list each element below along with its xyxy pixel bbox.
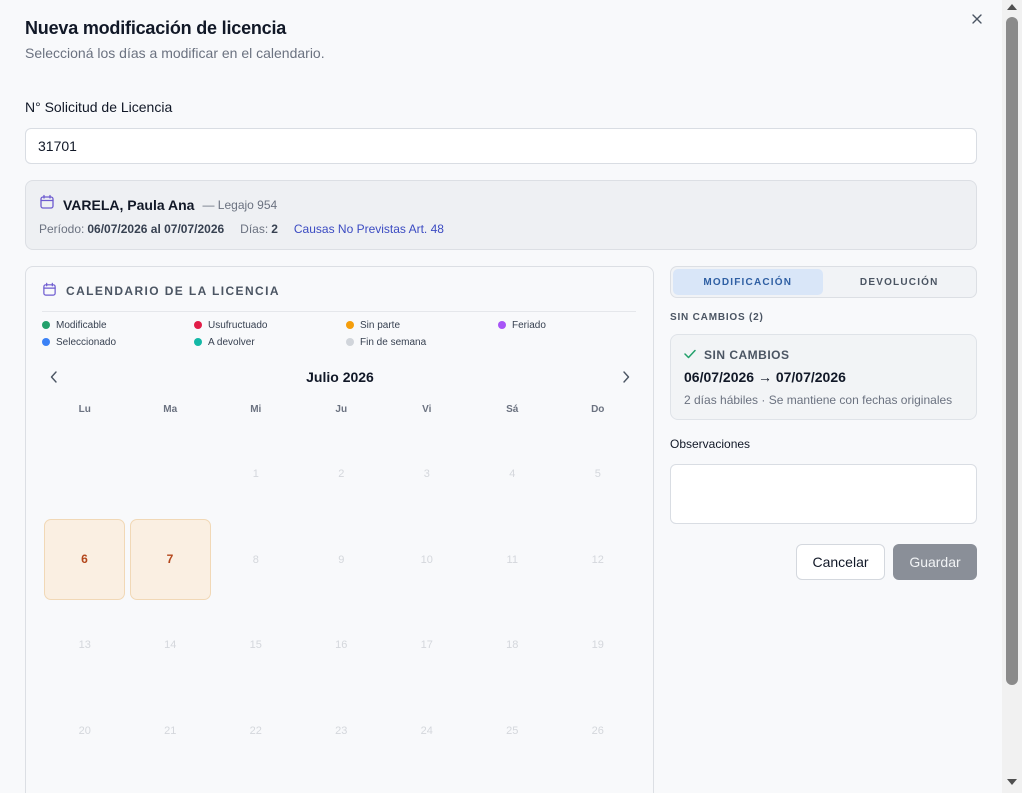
calendar-day: 15 bbox=[249, 639, 262, 652]
dialog-subtitle: Seleccioná los días a modificar en el ca… bbox=[25, 45, 325, 61]
legend-item: Sin parte bbox=[346, 319, 498, 331]
legend-dot-icon bbox=[194, 321, 202, 329]
calendar-day: 16 bbox=[335, 639, 348, 652]
legend-label: Sin parte bbox=[360, 319, 401, 331]
license-cause: Causas No Previstas Art. 48 bbox=[293, 222, 444, 236]
legend-dot-icon bbox=[194, 338, 202, 346]
scroll-down-arrow-icon[interactable] bbox=[1007, 779, 1017, 785]
calendar-icon bbox=[39, 194, 55, 215]
employee-name: VARELA, Paula Ana bbox=[63, 196, 195, 213]
legend-item: Modificable bbox=[42, 319, 194, 331]
calendar-day: 18 bbox=[506, 639, 519, 652]
weekday-label: Ma bbox=[163, 404, 178, 415]
calendar-day: 9 bbox=[338, 553, 345, 566]
calendar-icon bbox=[42, 282, 57, 300]
chevron-right-icon[interactable] bbox=[614, 365, 638, 389]
calendar-day: 26 bbox=[591, 724, 604, 737]
dialog-title: Nueva modificación de licencia bbox=[25, 18, 287, 38]
calendar-day: 19 bbox=[591, 639, 604, 652]
status-date-range: 06/07/2026 → 07/07/2026 bbox=[684, 369, 846, 385]
legend-item: A devolver bbox=[194, 336, 346, 348]
weekday-label: Ju bbox=[335, 404, 348, 415]
calendar-day: 5 bbox=[594, 467, 601, 480]
employee-info-card: VARELA, Paula Ana — Legajo 954 Período: … bbox=[25, 180, 977, 250]
legend-label: Modificable bbox=[56, 319, 107, 331]
legend-dot-icon bbox=[42, 321, 50, 329]
legend-label: Fin de semana bbox=[360, 336, 427, 348]
period-value: 06/07/2026 al 07/07/2026 bbox=[87, 222, 225, 236]
weekday-label: Vi bbox=[422, 404, 432, 415]
chevron-left-icon[interactable] bbox=[42, 365, 66, 389]
cancel-button[interactable]: Cancelar bbox=[796, 544, 885, 580]
status-title: SIN CAMBIOS bbox=[704, 348, 790, 362]
calendar-day: 14 bbox=[164, 639, 177, 652]
days-value: 2 bbox=[271, 222, 278, 236]
calendar-day: 12 bbox=[591, 553, 604, 566]
legend-dot-icon bbox=[346, 338, 354, 346]
calendar-day: 10 bbox=[420, 553, 433, 566]
request-number-label: N° Solicitud de Licencia bbox=[25, 99, 173, 115]
legend-item: Usufructuado bbox=[194, 319, 346, 331]
calendar-day: 1 bbox=[252, 467, 259, 480]
observations-label: Observaciones bbox=[670, 437, 751, 451]
calendar-day: 22 bbox=[249, 724, 262, 737]
month-title: Julio 2026 bbox=[306, 369, 374, 385]
weekday-label: Sá bbox=[506, 404, 519, 415]
status-note: 2 días hábiles · Se mantiene con fechas … bbox=[684, 393, 953, 407]
legend-item: Feriado bbox=[498, 319, 646, 331]
weekday-label: Do bbox=[591, 404, 605, 415]
check-icon bbox=[684, 348, 696, 362]
request-number-input[interactable]: 31701 bbox=[25, 128, 977, 164]
scrollbar-thumb[interactable] bbox=[1006, 17, 1018, 685]
calendar-day-license[interactable]: 7 bbox=[129, 518, 211, 600]
calendar-day: 23 bbox=[335, 724, 348, 737]
legend-label: Usufructuado bbox=[208, 319, 268, 331]
legend-dot-icon bbox=[42, 338, 50, 346]
calendar-day: 24 bbox=[420, 724, 433, 737]
period-label: Período: bbox=[39, 222, 85, 236]
license-calendar-panel: CALENDARIO DE LA LICENCIA Modificable Usu… bbox=[25, 266, 654, 793]
calendar-day: 11 bbox=[506, 553, 518, 566]
save-button[interactable]: Guardar bbox=[893, 544, 977, 580]
weekday-header: Lu Ma Mi Ju Vi Sá Do bbox=[42, 404, 640, 415]
tab-devolucion[interactable]: DEVOLUCIÓN bbox=[825, 269, 975, 295]
legend-label: Feriado bbox=[512, 319, 546, 331]
tab-modificacion[interactable]: MODIFICACIÓN bbox=[673, 269, 823, 295]
calendar-days-grid: 1 2 3 4 5 6 7 8 9 10 11 12 13 14 15 16 17 18 19 20 21 22 23 24 2… bbox=[42, 431, 640, 774]
days-label: Días: bbox=[240, 222, 269, 236]
legend-label: A devolver bbox=[208, 336, 255, 348]
divider bbox=[42, 311, 636, 312]
vertical-scrollbar[interactable] bbox=[1002, 0, 1022, 793]
calendar-heading: CALENDARIO DE LA LICENCIA bbox=[66, 284, 280, 298]
calendar-day: 25 bbox=[506, 724, 519, 737]
observations-textarea[interactable] bbox=[670, 464, 977, 524]
legend-label: Seleccionado bbox=[56, 336, 117, 348]
close-icon[interactable] bbox=[968, 10, 986, 28]
calendar-day: 4 bbox=[509, 467, 516, 480]
section-label: SIN CAMBIOS (2) bbox=[670, 312, 764, 323]
empty-day-cell bbox=[128, 431, 214, 517]
calendar-day: 2 bbox=[338, 467, 345, 480]
legend-dot-icon bbox=[498, 321, 506, 329]
status-card: SIN CAMBIOS 06/07/2026 → 07/07/2026 2 dí… bbox=[670, 334, 977, 420]
legend-item: Fin de semana bbox=[346, 336, 498, 348]
scroll-up-arrow-icon[interactable] bbox=[1007, 4, 1017, 10]
legend-dot-icon bbox=[346, 321, 354, 329]
weekday-label: Mi bbox=[250, 404, 262, 415]
weekday-label: Lu bbox=[78, 404, 91, 415]
empty-day-cell bbox=[42, 431, 128, 517]
calendar-day: 20 bbox=[78, 724, 91, 737]
calendar-day-license[interactable]: 6 bbox=[44, 518, 125, 600]
employee-legajo: — Legajo 954 bbox=[202, 197, 278, 212]
calendar-day: 13 bbox=[78, 639, 91, 652]
calendar-day: 21 bbox=[164, 724, 177, 737]
calendar-legend: Modificable Usufructuado Sin parte Feriado S… bbox=[42, 319, 646, 348]
mode-tabs: MODIFICACIÓN DEVOLUCIÓN bbox=[670, 266, 977, 298]
license-modification-dialog: Nueva modificación de licencia Seleccion… bbox=[0, 0, 1002, 793]
month-navigation: Julio 2026 bbox=[42, 365, 638, 389]
legend-item: Seleccionado bbox=[42, 336, 194, 348]
calendar-day: 8 bbox=[252, 553, 259, 566]
calendar-day: 17 bbox=[420, 639, 433, 652]
calendar-day: 3 bbox=[423, 467, 430, 480]
